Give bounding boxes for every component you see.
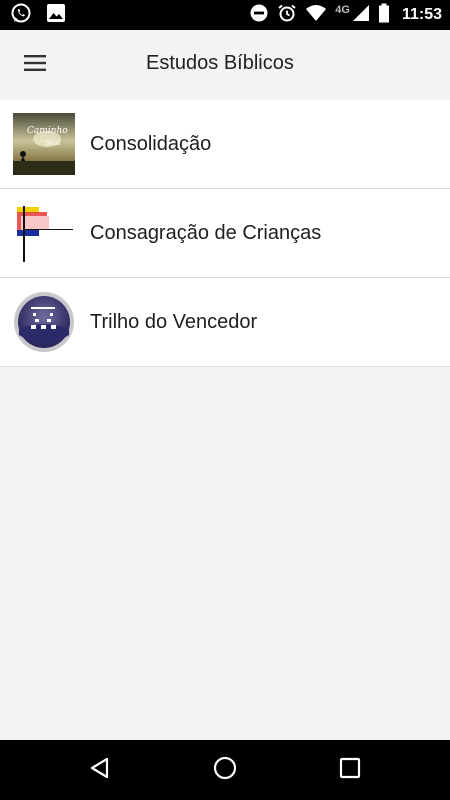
hamburger-menu-icon bbox=[24, 54, 46, 76]
status-bar-system: 4G 11:53 bbox=[249, 3, 442, 28]
status-time: 11:53 bbox=[401, 6, 442, 23]
list-item-label: Trilho do Vencedor bbox=[90, 310, 258, 333]
back-button[interactable] bbox=[85, 755, 115, 785]
battery-icon bbox=[378, 3, 390, 28]
list-item-label: Consagração de Crianças bbox=[90, 221, 322, 244]
signal-icon bbox=[352, 4, 370, 27]
consagracao-thumbnail bbox=[13, 202, 75, 264]
menu-button[interactable] bbox=[18, 48, 52, 82]
consolidacao-thumbnail: Caminho Deus bbox=[13, 113, 75, 175]
app-bar: Estudos Bíblicos bbox=[0, 30, 450, 100]
list-item-trilho[interactable]: Trilho do Vencedor bbox=[0, 278, 450, 367]
network-type-label: 4G bbox=[335, 4, 350, 16]
image-icon bbox=[46, 3, 66, 28]
home-icon bbox=[212, 755, 238, 786]
status-bar-notifications bbox=[10, 2, 66, 29]
navigation-bar bbox=[0, 740, 450, 800]
list-item-consolidacao[interactable]: Caminho Deus Consolidação bbox=[0, 100, 450, 189]
do-not-disturb-icon bbox=[249, 3, 269, 28]
status-bar: 4G 11:53 bbox=[0, 0, 450, 30]
list-item-consagracao[interactable]: Consagração de Crianças bbox=[0, 189, 450, 278]
trilho-thumbnail bbox=[13, 291, 75, 353]
recents-icon bbox=[339, 757, 361, 784]
svg-text:Deus: Deus bbox=[45, 140, 60, 147]
recents-button[interactable] bbox=[335, 755, 365, 785]
list-item-label: Consolidação bbox=[90, 132, 212, 155]
svg-text:Caminho: Caminho bbox=[27, 126, 68, 136]
back-icon bbox=[88, 756, 112, 785]
whatsapp-icon bbox=[10, 2, 32, 29]
page-title: Estudos Bíblicos bbox=[146, 52, 294, 74]
study-list: Caminho Deus Consolidação Consagração de… bbox=[0, 100, 450, 367]
home-button[interactable] bbox=[210, 755, 240, 785]
wifi-icon bbox=[305, 4, 327, 27]
alarm-icon bbox=[277, 3, 297, 28]
